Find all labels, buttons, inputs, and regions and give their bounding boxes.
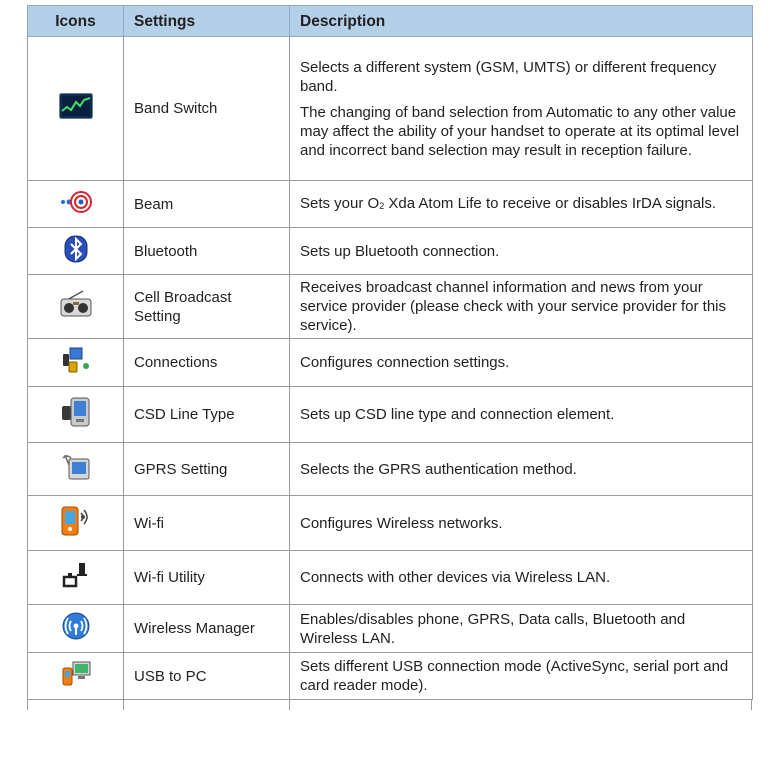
setting-name: Wi-fi Utility: [123, 550, 290, 605]
table-continuation: [27, 700, 752, 710]
settings-table-container: Icons Settings Description Band Switch S…: [27, 5, 753, 710]
header-settings: Settings: [123, 5, 290, 37]
setting-name: Wireless Manager: [123, 604, 290, 653]
band-switch-icon: [58, 93, 93, 124]
usb-pc-icon: [60, 660, 92, 693]
beam-icon: [58, 189, 94, 220]
gprs-icon: [60, 453, 92, 486]
setting-name: Band Switch: [123, 36, 290, 181]
table-row: USB to PC Sets different USB connection …: [27, 652, 753, 700]
setting-name: Wi-fi: [123, 495, 290, 551]
wireless-manager-icon: [61, 611, 91, 646]
radio-icon: [59, 290, 93, 323]
setting-description: Configures connection settings.: [289, 338, 753, 387]
pda-icon: [60, 397, 92, 432]
setting-name: Bluetooth: [123, 227, 290, 275]
setting-description: Sets different USB connection mode (Acti…: [289, 652, 753, 700]
setting-name: Beam: [123, 180, 290, 228]
table-row: Wi-fi Configures Wireless networks.: [27, 495, 753, 551]
setting-name: GPRS Setting: [123, 442, 290, 496]
table-row: Beam Sets your O2 Xda Atom Life to recei…: [27, 180, 753, 228]
setting-description: Sets up Bluetooth connection.: [289, 227, 753, 275]
setting-description: Sets your O2 Xda Atom Life to receive or…: [289, 180, 753, 228]
settings-table: Icons Settings Description Band Switch S…: [27, 5, 753, 700]
header-icons: Icons: [27, 5, 124, 37]
network-plug-icon: [60, 561, 92, 594]
table-row: Band Switch Selects a different system (…: [27, 36, 753, 181]
setting-name: Cell Broadcast Setting: [123, 274, 290, 339]
setting-name: CSD Line Type: [123, 386, 290, 443]
header-description: Description: [289, 5, 753, 37]
setting-description: Enables/disables phone, GPRS, Data calls…: [289, 604, 753, 653]
setting-description: Sets up CSD line type and connection ele…: [289, 386, 753, 443]
header-row: Icons Settings Description: [27, 5, 753, 37]
setting-description: Receives broadcast channel information a…: [289, 274, 753, 339]
table-row: Wireless Manager Enables/disables phone,…: [27, 604, 753, 653]
table-row: Bluetooth Sets up Bluetooth connection.: [27, 227, 753, 275]
setting-description: Connects with other devices via Wireless…: [289, 550, 753, 605]
table-row: Cell Broadcast Setting Receives broadcas…: [27, 274, 753, 339]
wifi-icon: [59, 505, 93, 542]
setting-description: Selects the GPRS authentication method.: [289, 442, 753, 496]
table-row: GPRS Setting Selects the GPRS authentica…: [27, 442, 753, 496]
table-row: Wi-fi Utility Connects with other device…: [27, 550, 753, 605]
setting-description: Configures Wireless networks.: [289, 495, 753, 551]
setting-name: USB to PC: [123, 652, 290, 700]
table-row: CSD Line Type Sets up CSD line type and …: [27, 386, 753, 443]
table-row: Connections Configures connection settin…: [27, 338, 753, 387]
setting-description: Selects a different system (GSM, UMTS) o…: [289, 36, 753, 181]
connections-icon: [59, 346, 93, 379]
bluetooth-icon: [64, 235, 88, 268]
setting-name: Connections: [123, 338, 290, 387]
